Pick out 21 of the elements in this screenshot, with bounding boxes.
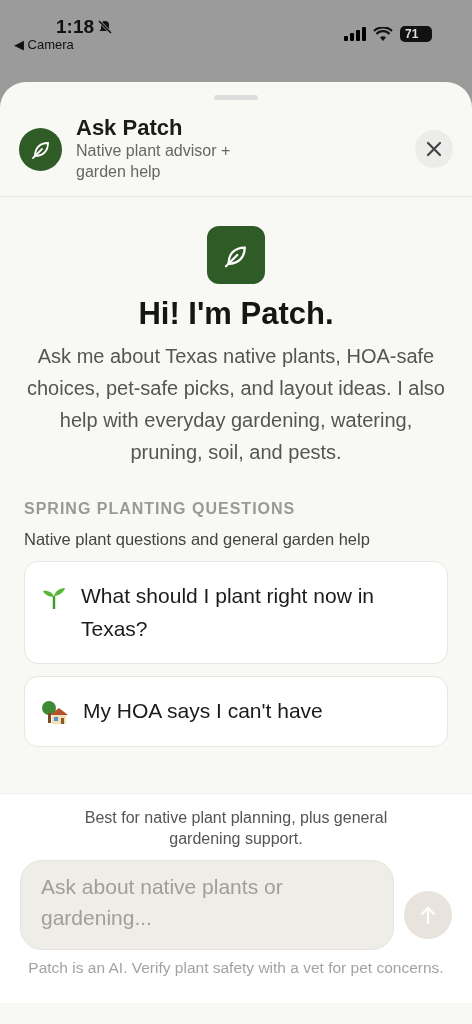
section-subtitle: Native plant questions and general garden help	[24, 530, 371, 549]
footer-note: Best for native plant planning, plus general gardening support.	[83, 808, 389, 849]
signal-icon	[344, 27, 366, 41]
house-tree-icon	[41, 699, 69, 726]
suggestion-card[interactable]: What should I plant right now in Texas?	[24, 561, 448, 665]
wifi-icon	[373, 27, 393, 41]
close-button[interactable]	[415, 130, 453, 168]
greeting-title: Hi! I'm Patch.	[138, 296, 334, 332]
intro-text: Ask me about Texas native plants, HOA-safe choices, pet-safe picks, and layout ideas. I also help with everyday gardening, watering, pruning, soil, and pests.	[26, 344, 446, 465]
suggestion-card[interactable]: My HOA says I can't have	[24, 676, 448, 747]
sheet-subtitle: Native plant advisor + garden help	[76, 141, 232, 182]
battery-level: 71	[400, 26, 432, 42]
back-link[interactable]: ◀ Camera	[14, 37, 74, 52]
section-heading: SPRING PLANTING QUESTIONS	[24, 500, 297, 518]
sheet-title: Ask Patch	[76, 115, 184, 142]
message-field[interactable]: Ask about native plants or gardening...	[20, 859, 394, 950]
arrow-up-icon	[420, 905, 436, 924]
clock: 1:18	[56, 16, 114, 38]
bell-off-icon	[97, 19, 114, 35]
disclaimer-text: Patch is an AI. Verify plant safety with a vet for pet concerns.	[28, 957, 444, 978]
close-icon	[426, 141, 442, 157]
